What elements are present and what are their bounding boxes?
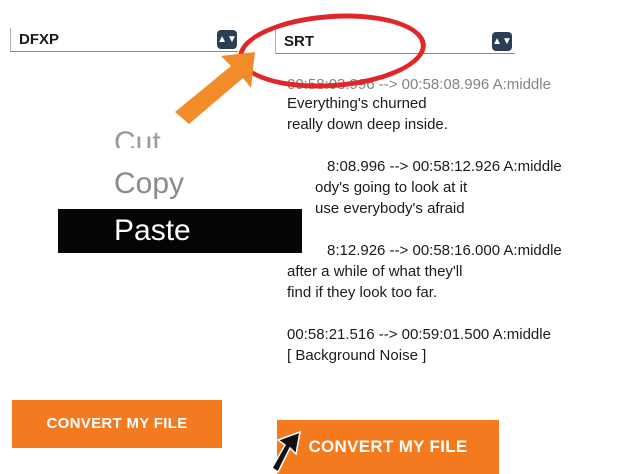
cue-timestamp: 8:12.926 --> 00:58:16.000 A:middle bbox=[327, 242, 562, 259]
cue-line: find if they look too far. bbox=[287, 284, 438, 301]
cue-line: [ Background Noise ] bbox=[287, 347, 427, 364]
input-format-value: DFXP bbox=[19, 31, 60, 48]
menu-item-copy-label: Copy bbox=[114, 167, 185, 200]
subtitle-cue: 8:08.996 --> 00:58:12.926 A:middle ody's… bbox=[287, 156, 637, 219]
orange-arrow-icon bbox=[175, 52, 255, 124]
converter-screen: DFXP ▲▼ SRT ▲▼ 00:58:03.996 --> 00:58:08… bbox=[0, 0, 644, 474]
cue-line: Everything's churned bbox=[287, 95, 427, 112]
menu-item-copy[interactable]: Copy bbox=[58, 162, 302, 206]
updown-chevron-icon[interactable]: ▲▼ bbox=[492, 32, 512, 51]
cue-line: really down deep inside. bbox=[287, 116, 448, 133]
menu-item-paste-label: Paste bbox=[114, 214, 191, 247]
menu-item-paste[interactable]: Paste bbox=[58, 209, 302, 253]
cue-line: use everybody's afraid bbox=[315, 200, 465, 217]
subtitle-output: 00:58:03.996 --> 00:58:08.996 A:middle E… bbox=[287, 72, 637, 387]
convert-button-highlighted[interactable]: CONVERT MY FILE bbox=[277, 420, 499, 474]
menu-item-cut-label: Cut bbox=[114, 126, 161, 148]
subtitle-cue: 8:12.926 --> 00:58:16.000 A:middle after… bbox=[287, 240, 637, 303]
subtitle-cue: 00:58:21.516 --> 00:59:01.500 A:middle [… bbox=[287, 324, 637, 366]
cue-timestamp: 00:58:21.516 --> 00:59:01.500 A:middle bbox=[287, 326, 551, 343]
context-menu: Cut Copy Paste bbox=[58, 118, 302, 253]
cue-line: ody's going to look at it bbox=[315, 179, 468, 196]
cue-timestamp: 8:08.996 --> 00:58:12.926 A:middle bbox=[327, 158, 562, 175]
updown-chevron-icon[interactable]: ▲▼ bbox=[217, 30, 237, 49]
mouse-pointer-icon bbox=[271, 430, 301, 474]
convert-button[interactable]: CONVERT MY FILE bbox=[12, 400, 222, 448]
cue-line: after a while of what they'll bbox=[287, 263, 463, 280]
